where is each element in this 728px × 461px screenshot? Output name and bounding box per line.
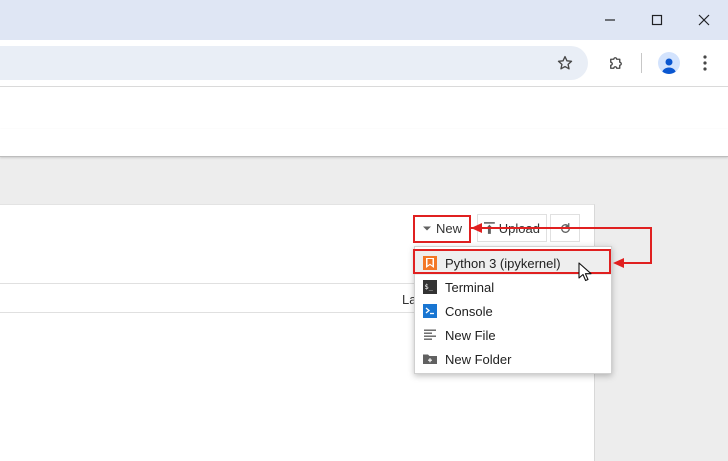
annotation-arrow <box>471 223 652 268</box>
mouse-cursor-icon <box>578 262 592 282</box>
